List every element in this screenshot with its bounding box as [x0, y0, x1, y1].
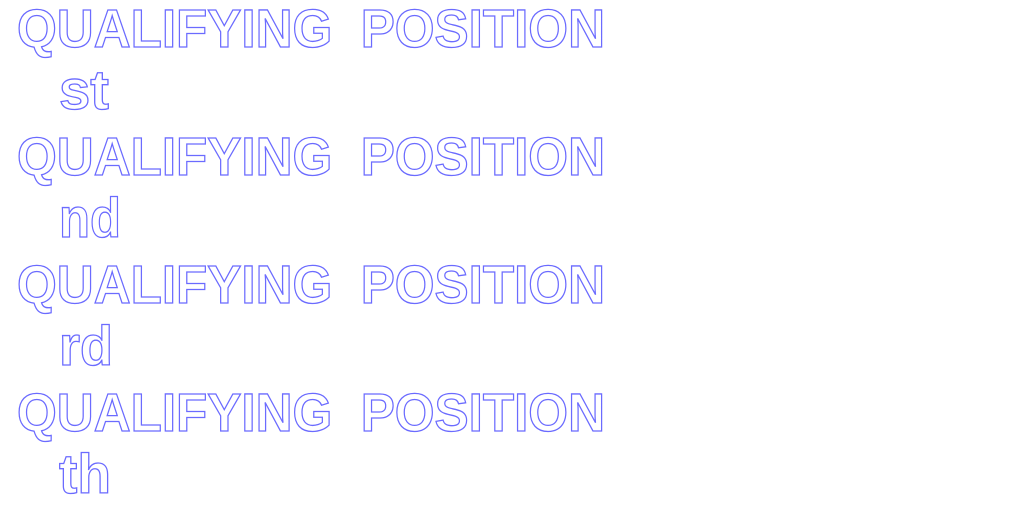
entry-3: QUALIFYING POSITION rd: [16, 254, 605, 377]
qualifying-position-label: QUALIFYING POSITION: [17, 255, 605, 315]
qualifying-position-label: QUALIFYING POSITION: [17, 383, 605, 443]
position-suffix: nd: [59, 186, 121, 249]
entry-4: QUALIFYING POSITION th: [16, 382, 605, 505]
position-suffix: rd: [59, 314, 113, 377]
entry-2: QUALIFYING POSITION nd: [16, 126, 605, 249]
qualifying-positions: QUALIFYING POSITION st QUALIFYING POSITI…: [16, 0, 605, 506]
position-suffix: th: [59, 442, 111, 505]
position-suffix: st: [59, 58, 109, 121]
qualifying-position-label: QUALIFYING POSITION: [17, 127, 605, 187]
entry-1: QUALIFYING POSITION st: [16, 0, 605, 122]
qualifying-position-label: QUALIFYING POSITION: [17, 0, 605, 59]
